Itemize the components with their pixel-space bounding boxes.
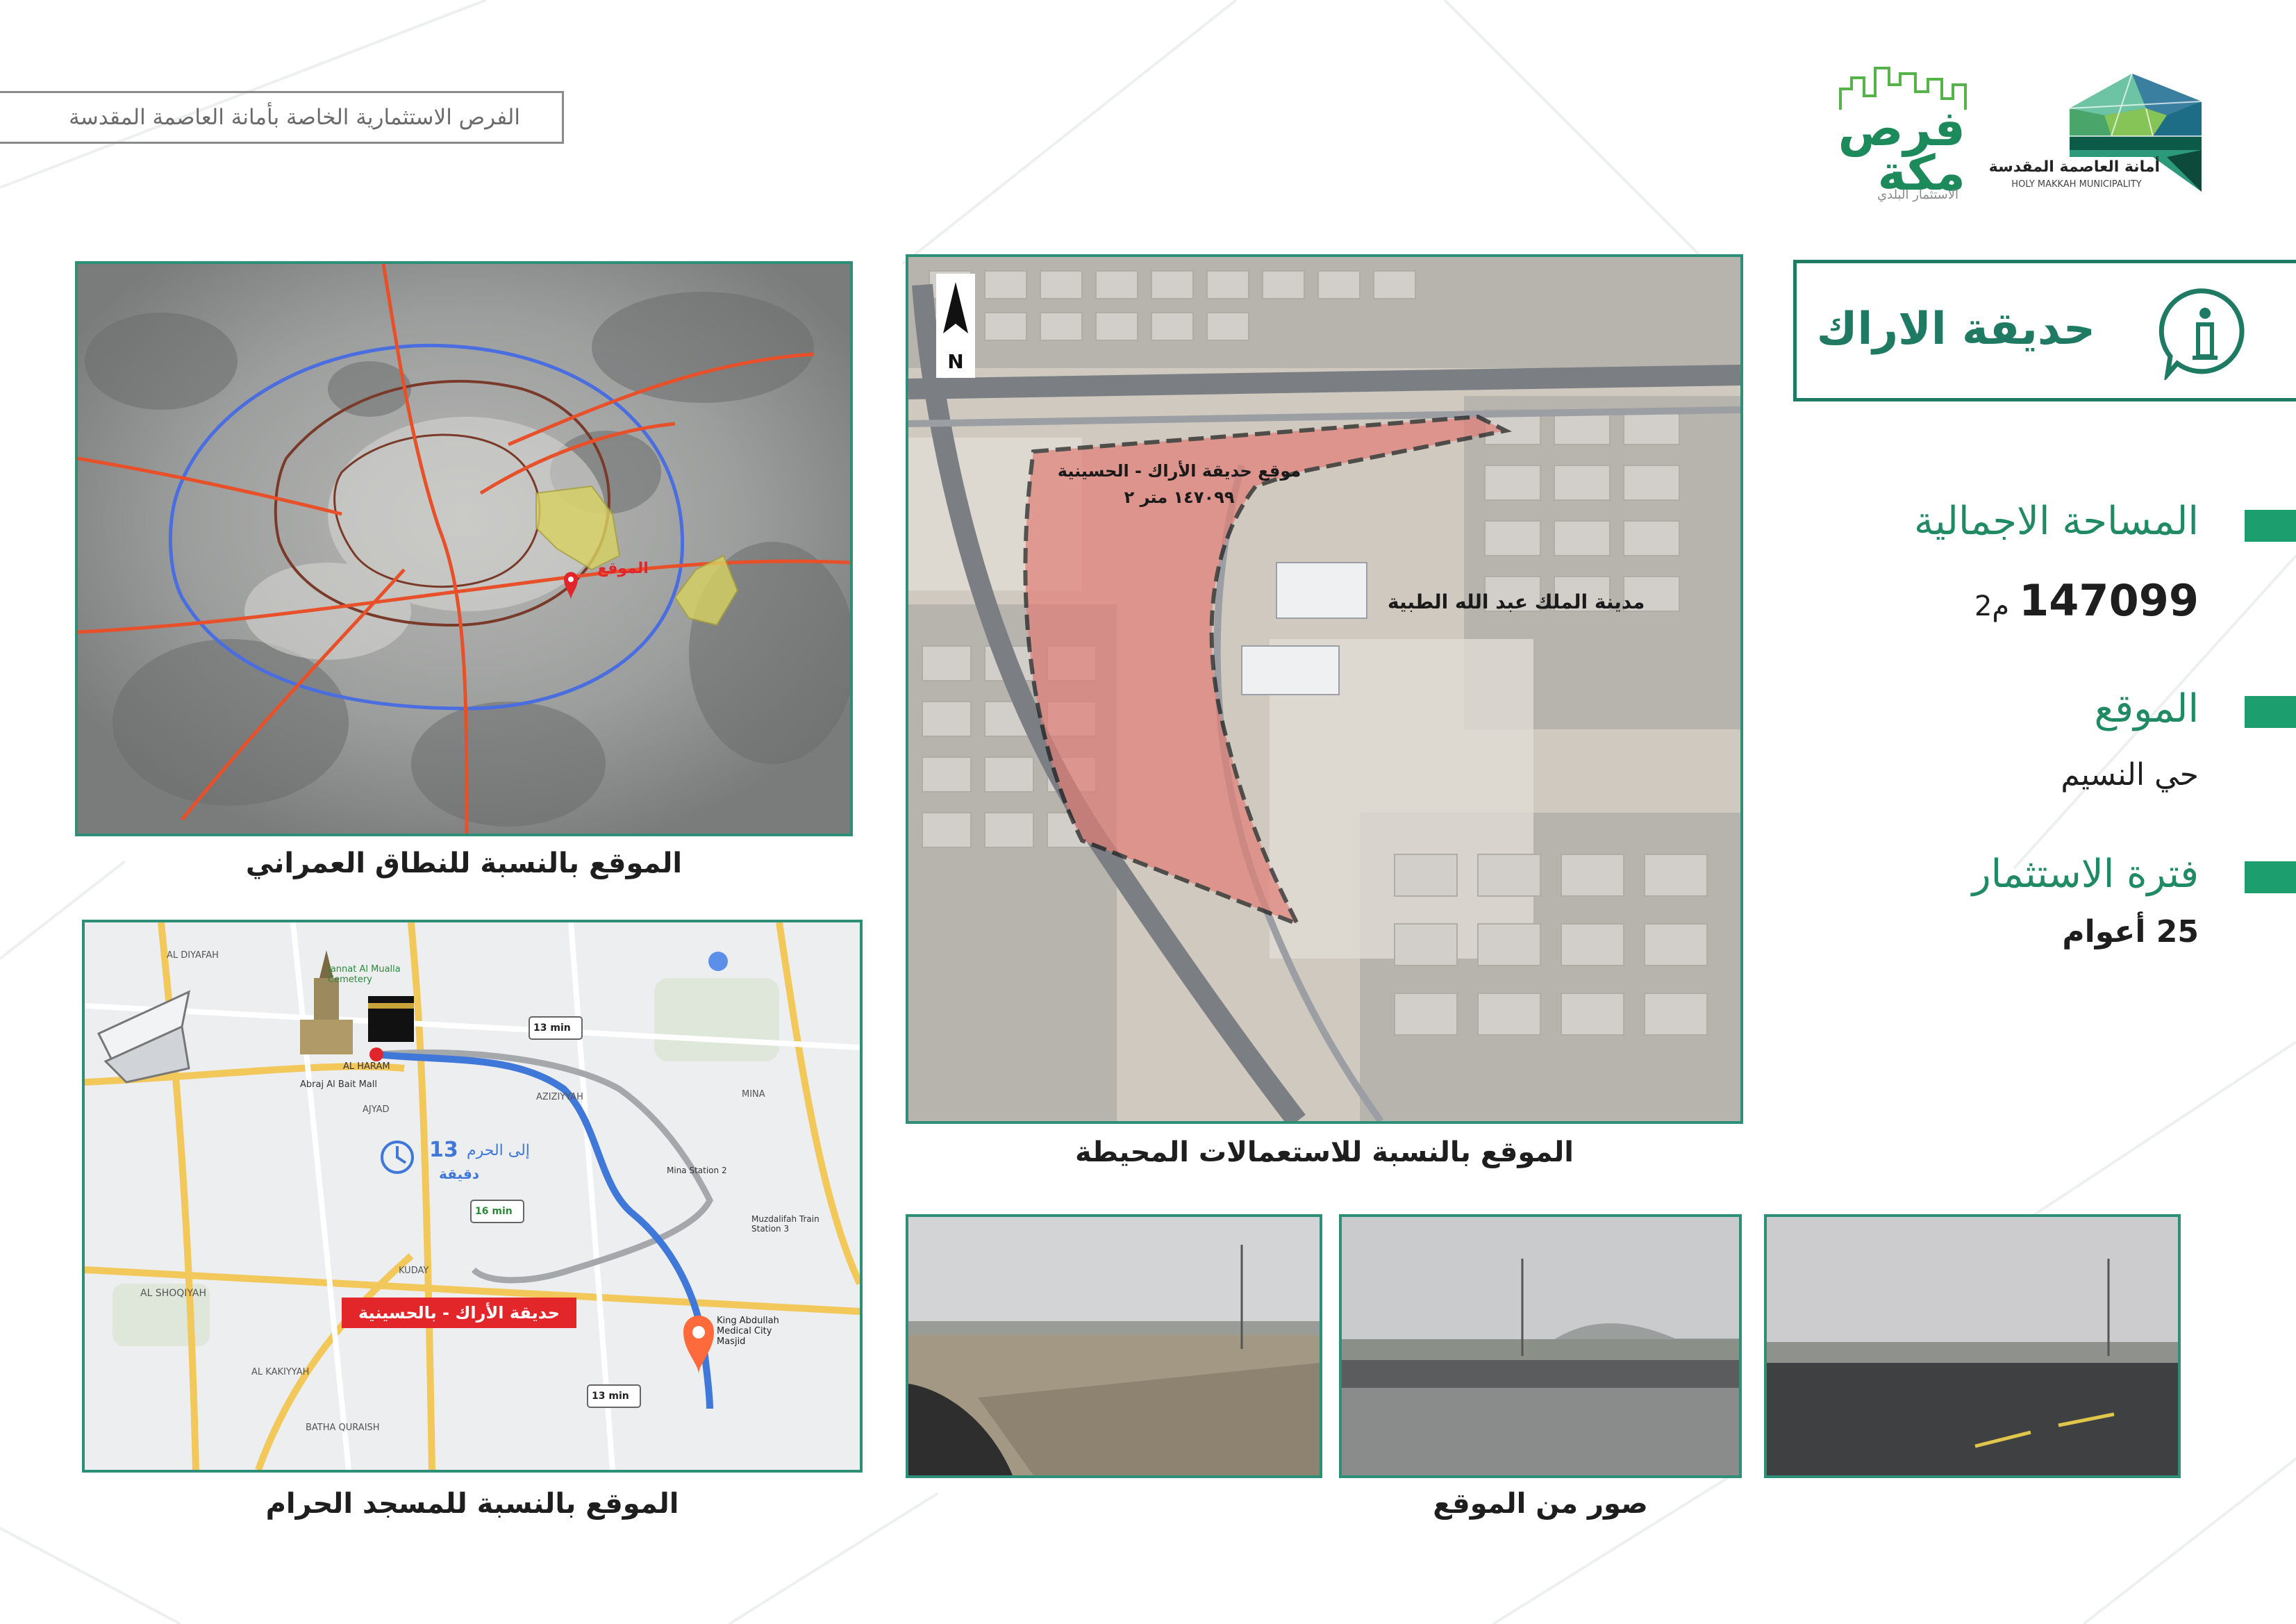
place-shoqiyah: AL SHOQIYAH [140, 1288, 206, 1299]
location-label: الموقع [2094, 686, 2199, 731]
property-title: حديقة الاراك [1816, 304, 2095, 355]
location-bar [2245, 696, 2296, 728]
place-mina: MINA [742, 1089, 765, 1100]
duration-unit: دقيقة [439, 1166, 480, 1182]
period-label: فترة الاستثمار [1972, 852, 2199, 897]
place-kuday: KUDAY [399, 1266, 429, 1276]
aerial-map-caption: الموقع بالنسبة للاستعمالات المحيطة [1075, 1136, 1574, 1168]
place-muzdalifah: Muzdalifah Train Station 3 [751, 1214, 820, 1234]
urban-pin-label: الموقع [597, 560, 649, 577]
aerial-neighbor-label: مدينة الملك عبد الله الطبية [1388, 590, 1645, 613]
place-batha: BATHA QURAISH [306, 1423, 380, 1433]
site-photo-3-image [1767, 1217, 2178, 1475]
place-aziziyah: AZIZIYYAH [536, 1092, 583, 1102]
haram-map-panel: 13 min 16 min 13 min 13 إلى الحرم دقيقة … [82, 920, 863, 1473]
haram-map-image [85, 922, 860, 1470]
haram-map-caption: الموقع بالنسبة للمسجد الحرام [265, 1488, 679, 1520]
place-ajyad: AJYAD [363, 1104, 390, 1115]
place-abraj: Abraj Al Bait Mall [300, 1079, 377, 1090]
place-kakiyah: AL KAKIYYAH [251, 1367, 310, 1377]
urban-map-panel: الموقع [75, 261, 853, 836]
site-photo-2-image [1342, 1217, 1739, 1475]
furas-makkah-logo: فرص مكة الاستثمار البلدي [1833, 64, 1972, 203]
aerial-map-panel: N موقع حديقة الأراك - الحسينية ١٤٧٠٩٩ مت… [906, 254, 1743, 1124]
title-box: حديقة الاراك [1793, 260, 2296, 401]
route-badge-3: 13 min [592, 1391, 629, 1402]
area-value: 147099 [2019, 575, 2199, 626]
site-photo-2 [1339, 1214, 1742, 1478]
place-medical: King Abdullah Medical City Masjid [717, 1316, 779, 1347]
municipality-name-ar: أمانة العاصمة المقدسة [1988, 158, 2160, 176]
urban-map-caption: الموقع بالنسبة للنطاق العمراني [245, 847, 683, 879]
area-label: المساحة الاجمالية [1914, 499, 2199, 544]
header-tagline: الفرص الاستثمارية الخاصة بأمانة العاصمة … [69, 105, 520, 130]
furas-sub: الاستثمار البلدي [1877, 188, 1958, 202]
route-badge-1: 13 min [533, 1022, 571, 1034]
place-mualla: Jannat Al Mualla Cemetery [328, 964, 401, 985]
aerial-map-image: N [908, 257, 1740, 1121]
period-value: 25 أعوام [2062, 914, 2199, 950]
area-unit: م2 [1974, 590, 2010, 622]
aerial-site-label-1: موقع حديقة الأراك - الحسينية [1057, 461, 1301, 481]
photos-caption: صور من الموقع [1433, 1488, 1648, 1520]
header-tagline-box: الفرص الاستثمارية الخاصة بأمانة العاصمة … [0, 91, 564, 144]
site-photo-3 [1764, 1214, 2181, 1478]
info-icon [2158, 288, 2245, 380]
location-value: حي النسيم [2061, 757, 2199, 793]
site-tag: حديقة الأراك - بالحسينية [342, 1298, 576, 1328]
duration-to: إلى الحرم [467, 1142, 530, 1159]
place-haram: AL HARAM [343, 1061, 390, 1072]
aerial-site-label-2: ١٤٧٠٩٩ متر ٢ [1124, 488, 1235, 507]
site-photo-1 [906, 1214, 1322, 1478]
municipality-name-en: HOLY MAKKAH MUNICIPALITY [2011, 179, 2142, 190]
north-arrow-icon: N [936, 274, 975, 378]
urban-map-image [78, 264, 850, 834]
route-badge-2: 16 min [475, 1206, 513, 1217]
site-photo-1-image [908, 1217, 1320, 1475]
place-mina-station: Mina Station 2 [667, 1166, 727, 1175]
area-bar [2245, 510, 2296, 542]
place-diyafah: AL DIYAFAH [167, 950, 219, 961]
duration-number: 13 [429, 1138, 458, 1162]
haram-pin-icon [369, 1047, 383, 1061]
area-value-row: م2 147099 [1974, 575, 2199, 626]
municipality-logo: أمانة العاصمة المقدسة HOLY MAKKAH MUNICI… [1988, 67, 2208, 199]
period-bar [2245, 861, 2296, 893]
kaaba-icon [368, 996, 414, 1042]
svg-text:N: N [947, 350, 963, 373]
